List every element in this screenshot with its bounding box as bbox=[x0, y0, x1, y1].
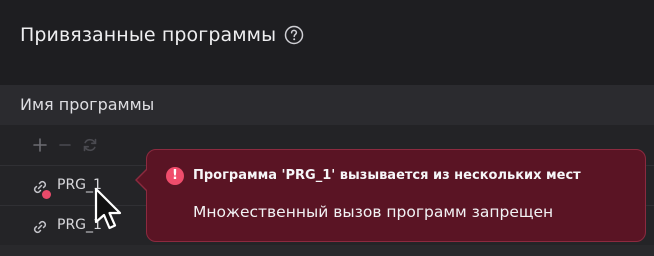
error-indicator-dot bbox=[42, 190, 51, 199]
error-tooltip: ! Программа 'PRG_1' вызывается из нескол… bbox=[146, 149, 646, 242]
panel-title: Привязанные программы bbox=[20, 24, 277, 46]
refresh-icon[interactable] bbox=[80, 135, 100, 155]
plus-icon[interactable] bbox=[30, 135, 50, 155]
table-footer bbox=[0, 245, 654, 256]
tooltip-title: Программа 'PRG_1' вызывается из нескольк… bbox=[193, 168, 581, 183]
panel-title-wrap: Привязанные программы bbox=[20, 24, 304, 46]
exclamation-circle-icon: ! bbox=[166, 167, 184, 185]
column-header[interactable]: Имя программы bbox=[0, 85, 654, 125]
tooltip-message: Множественный вызов программ запрещен bbox=[193, 203, 554, 221]
question-circle-icon[interactable] bbox=[284, 25, 304, 45]
mouse-cursor-icon bbox=[93, 187, 127, 235]
column-header-label: Имя программы bbox=[20, 95, 155, 114]
panel-header: Привязанные программы bbox=[0, 0, 654, 85]
link-icon bbox=[30, 217, 50, 237]
tooltip-arrow-fill bbox=[137, 169, 148, 191]
minus-icon[interactable] bbox=[55, 135, 75, 155]
